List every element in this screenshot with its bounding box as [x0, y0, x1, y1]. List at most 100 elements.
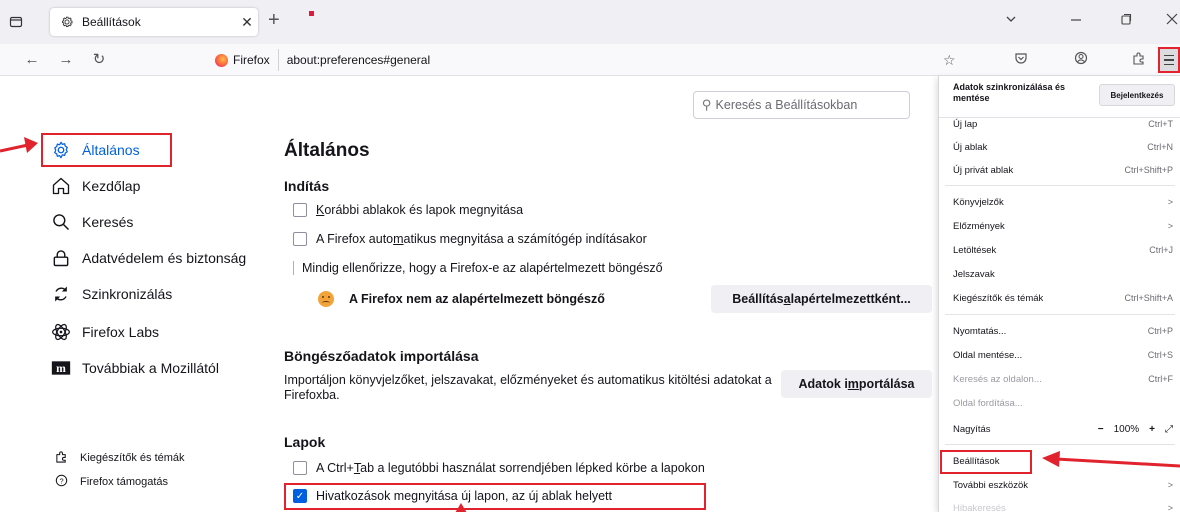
- sidebar-item-label: Kezdőlap: [82, 178, 141, 194]
- sync-title: Adatok szinkronizálása és mentése: [953, 82, 1066, 103]
- set-default-button[interactable]: Beállítás a lapértelmezettként...: [711, 285, 932, 313]
- chevron-down-icon[interactable]: [1005, 12, 1017, 30]
- new-tab-button[interactable]: +: [268, 10, 280, 30]
- gear-icon: [60, 15, 74, 29]
- sign-in-button[interactable]: Bejelentkezés: [1099, 84, 1175, 106]
- bookmark-star-icon[interactable]: ☆: [943, 52, 956, 69]
- navigation-bar: ← → ↻ Firefox about:preferences#general …: [0, 44, 1180, 76]
- menu-item-zoom: Nagyítás − 100% + ⤢: [953, 423, 1173, 435]
- forward-icon[interactable]: →: [56, 50, 76, 70]
- account-icon[interactable]: [1072, 51, 1090, 69]
- firefox-logo-icon: [215, 53, 228, 67]
- sad-face-icon: [318, 291, 334, 307]
- chevron-right-icon: >: [1167, 221, 1173, 231]
- menu-item-more-tools[interactable]: További eszközök >: [939, 475, 1180, 495]
- menu-item-translate-page[interactable]: Oldal fordítása...: [939, 393, 1180, 413]
- ctrl-tab-option[interactable]: A Ctrl+Tab a legutóbbi használat sorrend…: [293, 461, 705, 475]
- menu-item-passwords[interactable]: Jelszavak: [939, 264, 1180, 284]
- sidebar-footer-label: Kiegészítők és témák: [80, 452, 185, 464]
- restore-icon[interactable]: [1120, 12, 1132, 30]
- truncated-checkbox-edge: [293, 261, 294, 275]
- zoom-in-button[interactable]: +: [1149, 424, 1155, 435]
- tab-title: Beállítások: [82, 15, 141, 29]
- pocket-icon[interactable]: [1012, 51, 1030, 69]
- menu-item-find-in-page[interactable]: Keresés az oldalon... Ctrl+F: [939, 369, 1180, 389]
- close-window-icon[interactable]: [1166, 12, 1178, 30]
- zoom-level[interactable]: 100%: [1114, 424, 1140, 435]
- menu-item-bookmarks[interactable]: Könyvjelzők >: [939, 192, 1180, 212]
- reload-icon[interactable]: ↻: [89, 50, 109, 70]
- close-tab-icon[interactable]: ✕: [236, 14, 258, 31]
- menu-item-debugging[interactable]: Hibakeresés >: [939, 498, 1180, 512]
- minimize-icon[interactable]: [1070, 12, 1082, 30]
- menu-item-new-window[interactable]: Új ablak Ctrl+N: [939, 137, 1180, 157]
- home-icon: [50, 175, 72, 197]
- sidebar-item-label: Szinkronizálás: [82, 286, 173, 302]
- menu-item-history[interactable]: Előzmények >: [939, 216, 1180, 236]
- sync-icon: [50, 283, 72, 305]
- sidebar-item-firefox-labs[interactable]: Firefox Labs: [50, 319, 159, 345]
- fullscreen-icon[interactable]: ⤢: [1165, 424, 1173, 435]
- menu-separator: [945, 314, 1175, 315]
- settings-search-box[interactable]: ⚲: [693, 91, 910, 119]
- hamburger-icon: [1164, 54, 1174, 57]
- preferences-page: ⚲ Általános Kezdőlap Keresés Adatvédelem…: [0, 77, 938, 512]
- restore-session-option[interactable]: Korábbi ablakok és lapok megnyitása: [293, 203, 523, 217]
- sidebar-item-search[interactable]: Keresés: [50, 209, 133, 235]
- open-links-checkbox[interactable]: ✓: [293, 489, 307, 503]
- menu-item-print[interactable]: Nyomtatás... Ctrl+P: [939, 321, 1180, 341]
- tab-list-icon: [9, 16, 23, 28]
- sidebar-item-label: Keresés: [82, 214, 134, 230]
- annotation-arrow-up-icon: [455, 503, 467, 512]
- back-icon[interactable]: ←: [22, 50, 42, 70]
- autostart-checkbox[interactable]: [293, 232, 307, 246]
- tab-strip: Beállítások ✕ +: [0, 0, 1180, 44]
- menu-item-addons-themes[interactable]: Kiegészítők és témák Ctrl+Shift+A: [939, 288, 1180, 308]
- ctrl-tab-checkbox[interactable]: [293, 461, 307, 475]
- firefox-identity-badge[interactable]: Firefox: [205, 49, 279, 71]
- sidebar-item-sync[interactable]: Szinkronizálás: [50, 281, 172, 307]
- check-default-option[interactable]: Mindig ellenőrizze, hogy a Firefox-e az …: [302, 261, 663, 275]
- menu-item-save-page[interactable]: Oldal mentése... Ctrl+S: [939, 345, 1180, 365]
- address-bar[interactable]: Firefox about:preferences#general: [205, 47, 965, 73]
- search-icon: [50, 211, 72, 233]
- sidebar-item-label: Firefox Labs: [82, 324, 160, 340]
- svg-text:?: ?: [59, 476, 63, 485]
- sidebar-item-general[interactable]: Általános: [50, 137, 140, 163]
- sidebar-footer-support[interactable]: ? Firefox támogatás: [54, 474, 168, 490]
- chevron-right-icon: >: [1167, 480, 1173, 490]
- open-links-in-tabs-option[interactable]: ✓ Hivatkozások megnyitása új lapon, az ú…: [293, 489, 612, 503]
- page-title: Általános: [284, 140, 370, 161]
- import-description: Importáljon könyvjelzőket, jelszavakat, …: [284, 373, 772, 402]
- annotation-arrow-left-icon: [1042, 451, 1180, 468]
- menu-item-new-tab[interactable]: Új lap Ctrl+T: [939, 114, 1180, 134]
- menu-item-downloads[interactable]: Letöltések Ctrl+J: [939, 240, 1180, 260]
- app-menu-button[interactable]: [1158, 47, 1180, 73]
- tab-settings[interactable]: Beállítások ✕: [50, 8, 258, 36]
- svg-text:m: m: [56, 362, 66, 375]
- not-default-text: A Firefox nem az alapértelmezett böngész…: [349, 292, 605, 306]
- sidebar-item-label: Továbbiak a Mozillától: [82, 360, 219, 376]
- chevron-right-icon: >: [1167, 503, 1173, 512]
- sidebar-footer-addons[interactable]: Kiegészítők és témák: [54, 450, 185, 466]
- firefox-badge-label: Firefox: [233, 53, 270, 67]
- autostart-option[interactable]: A Firefox automatikus megnyitása a számí…: [293, 232, 647, 246]
- sidebar-item-privacy[interactable]: Adatvédelem és biztonság: [50, 245, 246, 271]
- import-data-button[interactable]: Adatok i m portálása: [781, 370, 932, 398]
- labs-icon: [50, 321, 72, 343]
- settings-search-input[interactable]: [715, 98, 896, 112]
- sidebar-item-home[interactable]: Kezdőlap: [50, 173, 140, 199]
- sidebar-item-more-from-mozilla[interactable]: m Továbbiak a Mozillától: [50, 355, 219, 381]
- restore-session-checkbox[interactable]: [293, 203, 307, 217]
- menu-separator: [945, 444, 1175, 445]
- extensions-puzzle-icon[interactable]: [1130, 51, 1148, 69]
- default-browser-status: A Firefox nem az alapértelmezett böngész…: [318, 291, 605, 307]
- check-default-label: Mindig ellenőrizze, hogy a Firefox-e az …: [302, 261, 663, 275]
- url-text[interactable]: about:preferences#general: [287, 53, 430, 67]
- menu-item-new-private-window[interactable]: Új privát ablak Ctrl+Shift+P: [939, 160, 1180, 180]
- zoom-out-button[interactable]: −: [1098, 424, 1104, 435]
- tabs-heading: Lapok: [284, 434, 326, 450]
- red-dot-marker: [309, 11, 314, 16]
- tab-list-button[interactable]: [6, 12, 26, 32]
- open-links-label: Hivatkozások megnyitása új lapon, az új …: [316, 489, 612, 503]
